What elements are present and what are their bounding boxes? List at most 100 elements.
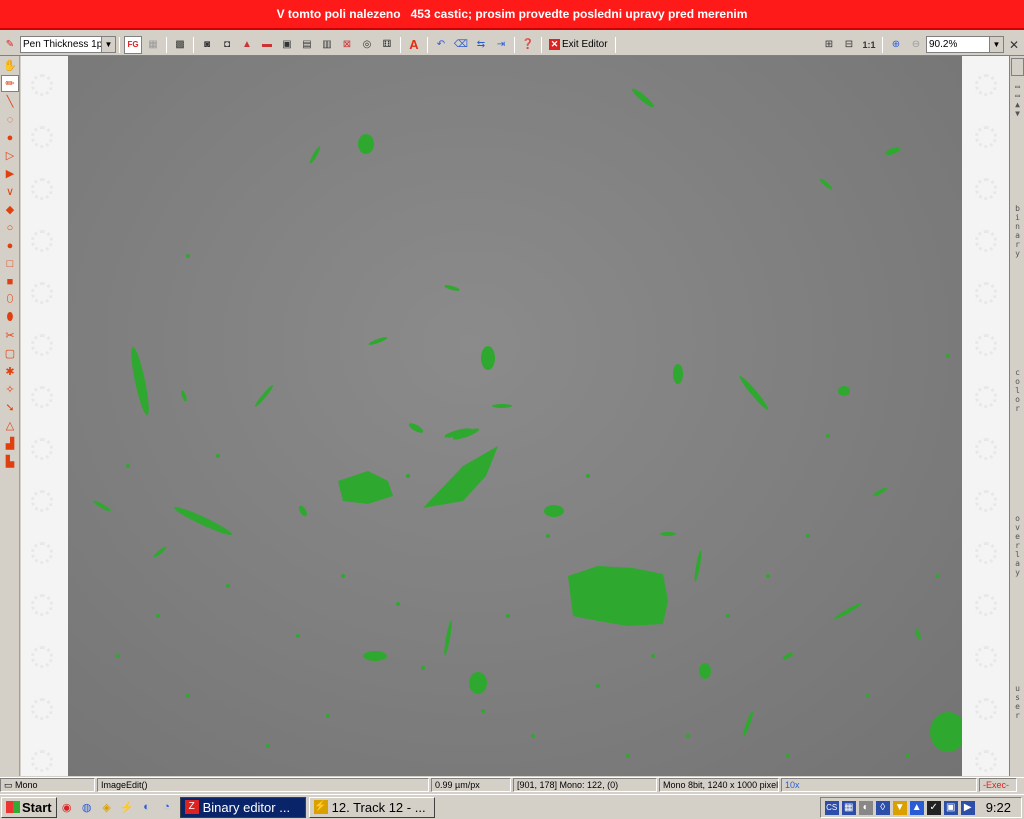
binoculars-icon[interactable]: ◎ xyxy=(358,36,376,54)
scroll-thumb[interactable] xyxy=(1011,58,1024,76)
margin-pattern-icon xyxy=(975,490,997,512)
undo-icon[interactable]: ↶ xyxy=(432,36,450,54)
bg-color-icon[interactable]: ▦ xyxy=(144,36,162,54)
zoom-out-icon[interactable]: ⊖ xyxy=(907,36,925,54)
security-icon[interactable]: ▼ xyxy=(892,800,907,815)
fill-icon[interactable]: ◆ xyxy=(1,201,19,218)
language-indicator[interactable]: CS xyxy=(824,800,839,815)
close-icon[interactable]: ▬ xyxy=(258,36,276,54)
star-icon[interactable]: ✱ xyxy=(1,363,19,380)
exit-editor-button[interactable]: ✕ Exit Editor xyxy=(545,36,612,54)
layer-overlay-tab[interactable]: overlay xyxy=(1011,514,1024,577)
help-icon[interactable]: ❓ xyxy=(519,36,537,54)
quicklaunch-browser-icon[interactable]: ◍ xyxy=(79,799,95,815)
task-track[interactable]: ⚡ 12. Track 12 - ... xyxy=(308,796,435,818)
dice-icon[interactable]: ⚅ xyxy=(378,36,396,54)
cut-icon[interactable]: ✂ xyxy=(1,327,19,344)
separate-icon[interactable]: ▤ xyxy=(298,36,316,54)
layer-color-tab[interactable]: color xyxy=(1011,368,1024,413)
layer-binary-tab[interactable]: binary xyxy=(1011,204,1024,258)
fg-color-icon[interactable]: FG xyxy=(124,35,142,54)
pen-thickness-select[interactable]: Pen Thickness 1pt ▼ xyxy=(20,36,116,53)
skeleton-icon[interactable]: ▥ xyxy=(318,36,336,54)
fit-window-icon[interactable]: ⊞ xyxy=(820,36,838,54)
stamp-fill-icon[interactable]: ▙ xyxy=(1,453,19,470)
particle-blob-left xyxy=(338,471,393,504)
fill-holes-icon[interactable]: ▣ xyxy=(278,36,296,54)
dilate-icon[interactable]: ◘ xyxy=(218,36,236,54)
particle-small xyxy=(469,672,487,694)
shield-icon[interactable]: ◊ xyxy=(875,800,890,815)
filled-ellipse-icon[interactable]: ⬮ xyxy=(1,309,19,326)
border-kill-icon[interactable]: ⊠ xyxy=(338,36,356,54)
zoom-one-to-one-button[interactable]: 1:1 xyxy=(860,36,878,54)
polyline-icon[interactable]: ∨ xyxy=(1,183,19,200)
rectangle-icon[interactable]: □ xyxy=(1,255,19,272)
export-icon[interactable]: ⇥ xyxy=(492,36,510,54)
filled-polygon-icon[interactable]: ▶ xyxy=(1,165,19,182)
particle-needle xyxy=(181,390,187,402)
particle-needle xyxy=(742,710,754,738)
zoom-in-icon[interactable]: ⊕ xyxy=(887,36,905,54)
eraser-icon[interactable]: ⌫ xyxy=(452,36,470,54)
circle-icon[interactable]: ○ xyxy=(1,219,19,236)
network-icon[interactable]: ▦ xyxy=(841,800,856,815)
filled-rectangle-icon[interactable]: ■ xyxy=(1,273,19,290)
checkmark-icon[interactable]: ✓ xyxy=(926,800,941,815)
margin-pattern-icon xyxy=(31,282,53,304)
quicklaunch-player-icon[interactable]: ◐ xyxy=(139,799,155,815)
polygon-icon[interactable]: ▷ xyxy=(1,147,19,164)
measure-icon[interactable]: △ xyxy=(1,417,19,434)
pencil-icon[interactable]: ✏ xyxy=(1,75,19,92)
lasso-icon[interactable]: ◌ xyxy=(1,111,19,128)
fit-width-icon[interactable]: ⊟ xyxy=(840,36,858,54)
task-track-label: 12. Track 12 - ... xyxy=(331,799,426,815)
pick-icon[interactable]: ➘ xyxy=(1,399,19,416)
particle-large-blob xyxy=(568,566,668,626)
windows-taskbar: Start ◉ ◍ ◈ ⚡ ◐ ◔ Z Binary editor ... ⚡ … xyxy=(0,794,1024,819)
grid-icon[interactable]: ▩ xyxy=(171,36,189,54)
open-icon[interactable]: ▲ xyxy=(238,36,256,54)
stamp-icon[interactable]: ▟ xyxy=(1,435,19,452)
sparkle-icon[interactable]: ✧ xyxy=(1,381,19,398)
quicklaunch-explorer-icon[interactable]: ◔ xyxy=(159,799,175,815)
zoom-select[interactable]: 90.2% ▼ xyxy=(926,36,1004,53)
microscope-image[interactable] xyxy=(68,56,962,776)
volume-icon[interactable]: ◐ xyxy=(858,800,873,815)
arrow-tray-icon[interactable]: ▶ xyxy=(960,800,975,815)
line-icon[interactable]: ╲ xyxy=(1,93,19,110)
layer-arrows-icon[interactable]: ▭ ▭ ▲ ▼ xyxy=(1011,82,1024,118)
pen-tool-icon[interactable]: ✎ xyxy=(1,36,19,54)
status-mode-text: Mono xyxy=(15,780,38,790)
text-tool-icon[interactable]: A xyxy=(405,36,423,54)
status-magnification: 10x xyxy=(781,778,977,792)
erode-icon[interactable]: ◙ xyxy=(198,36,216,54)
start-button[interactable]: Start xyxy=(1,796,57,818)
filled-lasso-icon[interactable]: ● xyxy=(1,129,19,146)
toolbar-divider xyxy=(882,36,883,53)
layer-user-tab[interactable]: user xyxy=(1011,684,1024,720)
import-icon[interactable]: ⇆ xyxy=(472,36,490,54)
particle-needle xyxy=(408,423,424,433)
toolbar-divider xyxy=(193,36,194,53)
antivirus-icon[interactable]: ▲ xyxy=(909,800,924,815)
chevron-down-icon[interactable]: ▼ xyxy=(101,37,115,52)
toolbar-divider xyxy=(614,36,616,53)
quicklaunch-app-icon[interactable]: ◉ xyxy=(59,799,75,815)
ellipse-icon[interactable]: ⬯ xyxy=(1,291,19,308)
quicklaunch-winamp-icon[interactable]: ⚡ xyxy=(119,799,135,815)
chevron-down-icon[interactable]: ▼ xyxy=(989,37,1003,52)
task-binary-editor-label: Binary editor ... xyxy=(202,799,291,815)
monitor-icon[interactable]: ▣ xyxy=(943,800,958,815)
quicklaunch-media-icon[interactable]: ◈ xyxy=(99,799,115,815)
margin-pattern-icon xyxy=(975,750,997,772)
margin-pattern-icon xyxy=(975,386,997,408)
task-binary-editor[interactable]: Z Binary editor ... xyxy=(179,796,306,818)
particle-needle xyxy=(299,505,307,517)
status-mode: ▭ Mono xyxy=(0,778,95,792)
close-editor-icon[interactable]: ✕ xyxy=(1005,36,1023,54)
hand-icon[interactable]: ✋ xyxy=(1,57,19,74)
filled-circle-icon[interactable]: ● xyxy=(1,237,19,254)
rounded-rect-icon[interactable]: ▢ xyxy=(1,345,19,362)
particle-needle xyxy=(873,487,887,497)
